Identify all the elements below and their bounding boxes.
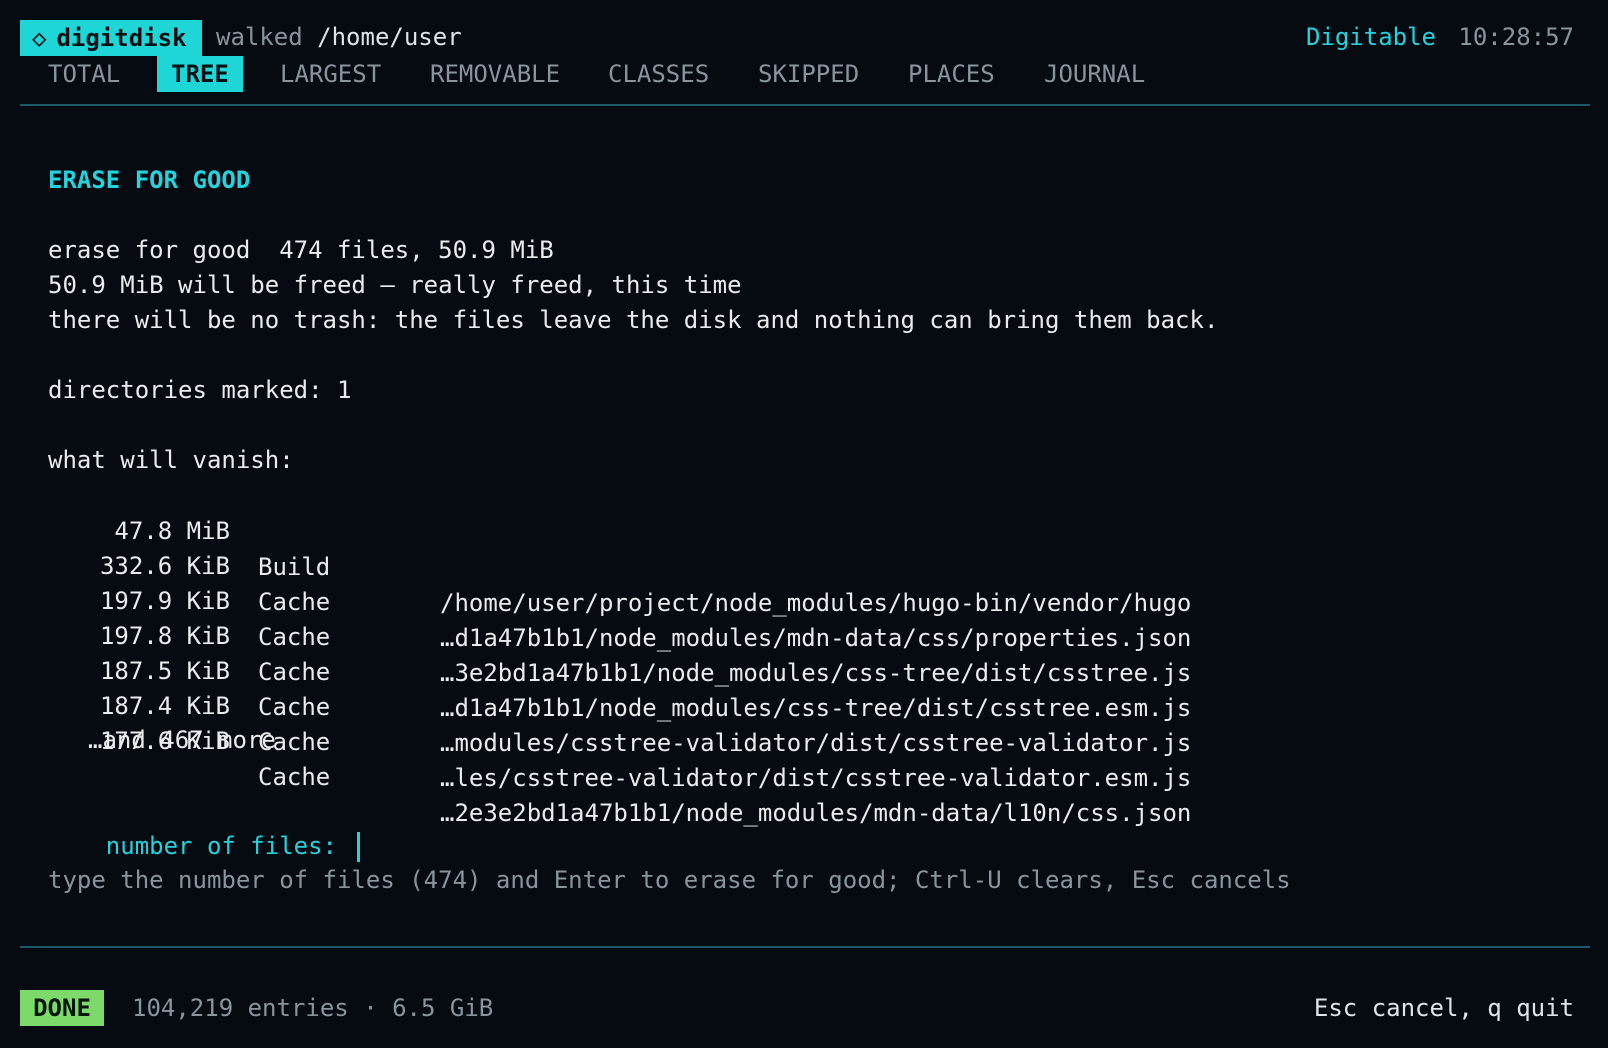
list-item: 332.6 KiB Cache …d1a47b1b1/node_modules/… (48, 512, 1191, 652)
file-count-label: number of files: (105, 832, 337, 860)
no-trash-warning: there will be no trash: the files leave … (48, 306, 1219, 334)
diamond-icon: ◇ (32, 24, 47, 52)
list-item: 187.4 KiB Cache …les/csstree-validator/d… (48, 652, 1191, 792)
app-name: digitdisk (56, 24, 187, 52)
machine-name: Digitable (1305, 23, 1436, 51)
more-files-note: …and 467 more (88, 726, 276, 754)
directories-marked: directories marked: 1 (48, 376, 352, 404)
file-path: …modules/csstree-validator/dist/csstree-… (440, 729, 1192, 757)
tab-journal[interactable]: JOURNAL (1044, 56, 1145, 92)
file-path: …2e3e2bd1a47b1b1/node_modules/mdn-data/l… (440, 799, 1192, 827)
app-brand: ◇ digitdisk (20, 20, 202, 56)
tab-tree[interactable]: TREE (157, 56, 243, 92)
tab-places[interactable]: PLACES (908, 56, 995, 92)
key-hints: Esc cancel, q quit (1313, 994, 1574, 1022)
header-divider (20, 104, 1590, 106)
status-badge: DONE (20, 990, 104, 1026)
freed-note: 50.9 MiB will be freed — really freed, t… (48, 271, 742, 299)
footer-divider (20, 946, 1590, 948)
tab-classes[interactable]: CLASSES (608, 56, 709, 92)
walked-label: walked (216, 23, 303, 51)
vanish-label: what will vanish: (48, 446, 294, 474)
list-item: 197.9 KiB Cache …3e2bd1a47b1b1/node_modu… (48, 547, 1191, 687)
walked-status: walked /home/user (216, 19, 462, 55)
hint-text: type the number of files (474) and Enter… (48, 866, 1291, 894)
scan-stats: 104,219 entries · 6.5 GiB (132, 994, 494, 1022)
tab-largest[interactable]: LARGEST (280, 56, 381, 92)
dialog-title: ERASE FOR GOOD (48, 166, 251, 194)
tab-removable[interactable]: REMOVABLE (430, 56, 560, 92)
text-cursor (357, 832, 361, 862)
list-item: 197.8 KiB Cache …d1a47b1b1/node_modules/… (48, 582, 1191, 722)
tab-bar: TOTAL TREE LARGEST REMOVABLE CLASSES SKI… (0, 56, 1608, 92)
list-item: 187.5 KiB Cache …modules/csstree-validat… (48, 617, 1191, 757)
clock: 10:28:57 (1458, 23, 1574, 51)
list-item: 177.6 KiB Cache …2e3e2bd1a47b1b1/node_mo… (48, 687, 1191, 827)
list-item: 47.8 MiB Build /home/user/project/node_m… (48, 477, 1191, 617)
file-path: …les/csstree-validator/dist/csstree-vali… (440, 764, 1192, 792)
tab-skipped[interactable]: SKIPPED (758, 56, 859, 92)
file-count-prompt[interactable]: number of files: (48, 792, 361, 862)
file-class: Cache (258, 763, 331, 791)
erase-summary: erase for good 474 files, 50.9 MiB (48, 236, 554, 264)
walked-path: /home/user (317, 23, 462, 51)
tab-total[interactable]: TOTAL (48, 56, 120, 92)
